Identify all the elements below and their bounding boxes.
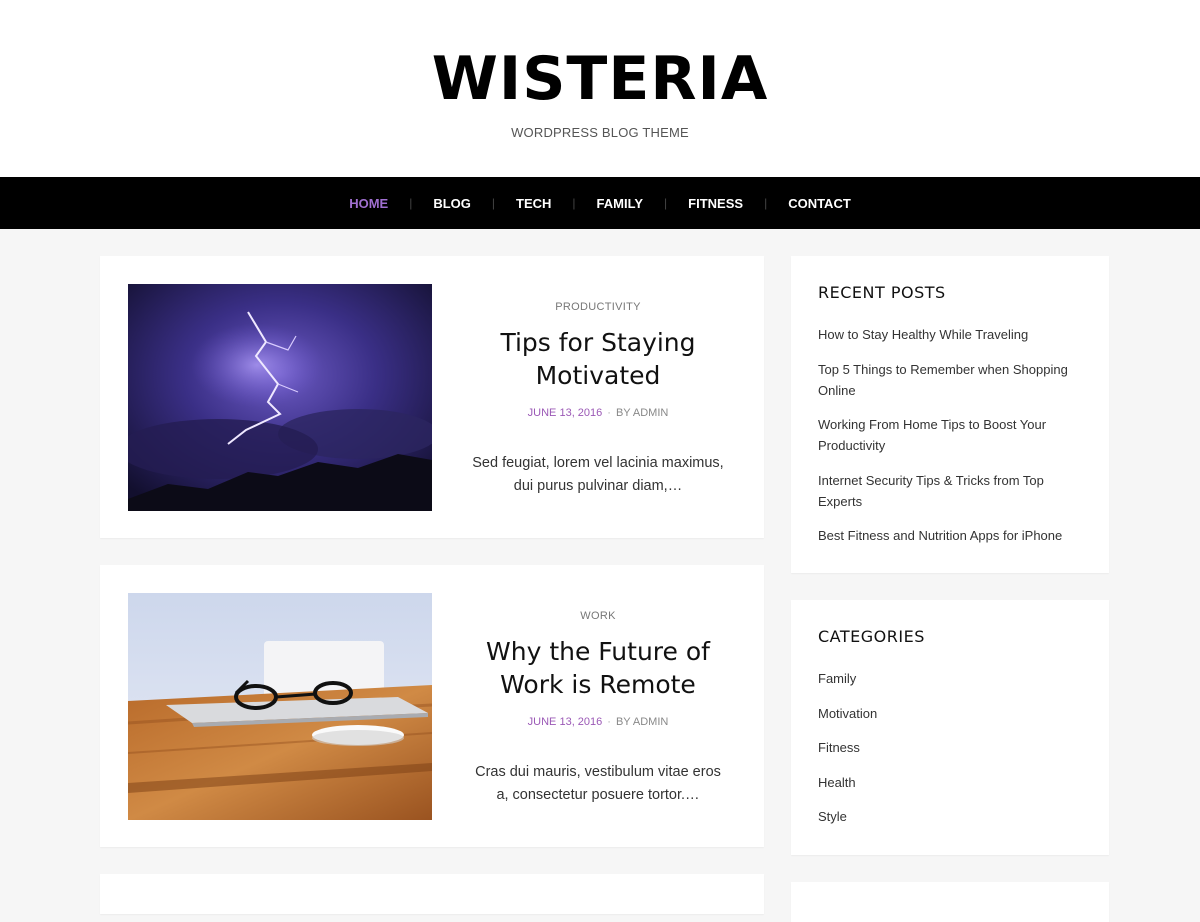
meta-separator: · — [607, 716, 611, 728]
recent-post-link[interactable]: Internet Security Tips & Tricks from Top… — [818, 470, 1068, 512]
post-meta: JUNE 13, 2016 · BY ADMIN — [432, 407, 764, 419]
recent-post-link[interactable]: How to Stay Healthy While Traveling — [818, 324, 1068, 345]
post-thumbnail-desk[interactable] — [128, 593, 432, 820]
category-link[interactable]: Health — [818, 772, 1068, 793]
site-title[interactable]: WISTERIA — [0, 0, 1200, 114]
post-thumbnail-lightning[interactable] — [128, 284, 432, 511]
post-date[interactable]: JUNE 13, 2016 — [528, 716, 603, 728]
sidebar-widget — [791, 882, 1109, 922]
main-navigation: HOME | BLOG | TECH | FAMILY | FITNESS | … — [0, 177, 1200, 229]
nav-item-contact[interactable]: CONTACT — [788, 196, 851, 211]
post-card: PRODUCTIVITY Tips for Staying Motivated … — [100, 256, 764, 538]
categories-list: Family Motivation Fitness Health Style — [818, 668, 1068, 841]
widget-title: RECENT POSTS — [818, 283, 946, 302]
post-card: WORK Why the Future of Work is Remote JU… — [100, 565, 764, 847]
post-author[interactable]: BY ADMIN — [616, 407, 668, 419]
lightning-storm-image — [128, 284, 432, 511]
nav-separator: | — [409, 196, 413, 210]
post-meta: JUNE 13, 2016 · BY ADMIN — [432, 716, 764, 728]
post-title[interactable]: Why the Future of Work is Remote — [462, 635, 734, 701]
desk-laptop-glasses-image — [128, 593, 432, 820]
post-summary: PRODUCTIVITY Tips for Staying Motivated … — [432, 256, 764, 538]
post-excerpt: Cras dui mauris, vestibulum vitae eros a… — [475, 764, 721, 803]
post-author[interactable]: BY ADMIN — [616, 716, 668, 728]
post-card — [100, 874, 764, 914]
recent-post-link[interactable]: Working From Home Tips to Boost Your Pro… — [818, 414, 1068, 456]
recent-posts-widget: RECENT POSTS How to Stay Healthy While T… — [791, 256, 1109, 573]
nav-item-family[interactable]: FAMILY — [597, 196, 643, 211]
post-date[interactable]: JUNE 13, 2016 — [528, 407, 603, 419]
nav-separator: | — [664, 196, 668, 210]
nav-item-home[interactable]: HOME — [349, 196, 388, 211]
nav-item-fitness[interactable]: FITNESS — [688, 196, 743, 211]
site-tagline: WORDPRESS BLOG THEME — [511, 125, 689, 140]
post-title[interactable]: Tips for Staying Motivated — [462, 326, 734, 392]
site-header: WISTERIA WORDPRESS BLOG THEME — [0, 0, 1200, 177]
nav-separator: | — [572, 196, 576, 210]
widget-title: CATEGORIES — [818, 627, 925, 646]
categories-widget: CATEGORIES Family Motivation Fitness Hea… — [791, 600, 1109, 855]
meta-separator: · — [607, 407, 611, 419]
post-summary: WORK Why the Future of Work is Remote JU… — [432, 565, 764, 847]
category-link[interactable]: Family — [818, 668, 1068, 689]
category-link[interactable]: Style — [818, 806, 1068, 827]
post-category[interactable]: PRODUCTIVITY — [432, 301, 764, 313]
recent-posts-list: How to Stay Healthy While Traveling Top … — [818, 324, 1068, 560]
main-content: PRODUCTIVITY Tips for Staying Motivated … — [0, 229, 1200, 922]
nav-item-blog[interactable]: BLOG — [433, 196, 471, 211]
nav-item-tech[interactable]: TECH — [516, 196, 551, 211]
post-excerpt: Sed feugiat, lorem vel lacinia maximus, … — [472, 455, 724, 494]
post-category[interactable]: WORK — [432, 610, 764, 622]
recent-post-link[interactable]: Top 5 Things to Remember when Shopping O… — [818, 359, 1068, 401]
nav-separator: | — [764, 196, 768, 210]
category-link[interactable]: Motivation — [818, 703, 1068, 724]
category-link[interactable]: Fitness — [818, 737, 1068, 758]
nav-separator: | — [491, 196, 496, 210]
recent-post-link[interactable]: Best Fitness and Nutrition Apps for iPho… — [818, 525, 1068, 546]
